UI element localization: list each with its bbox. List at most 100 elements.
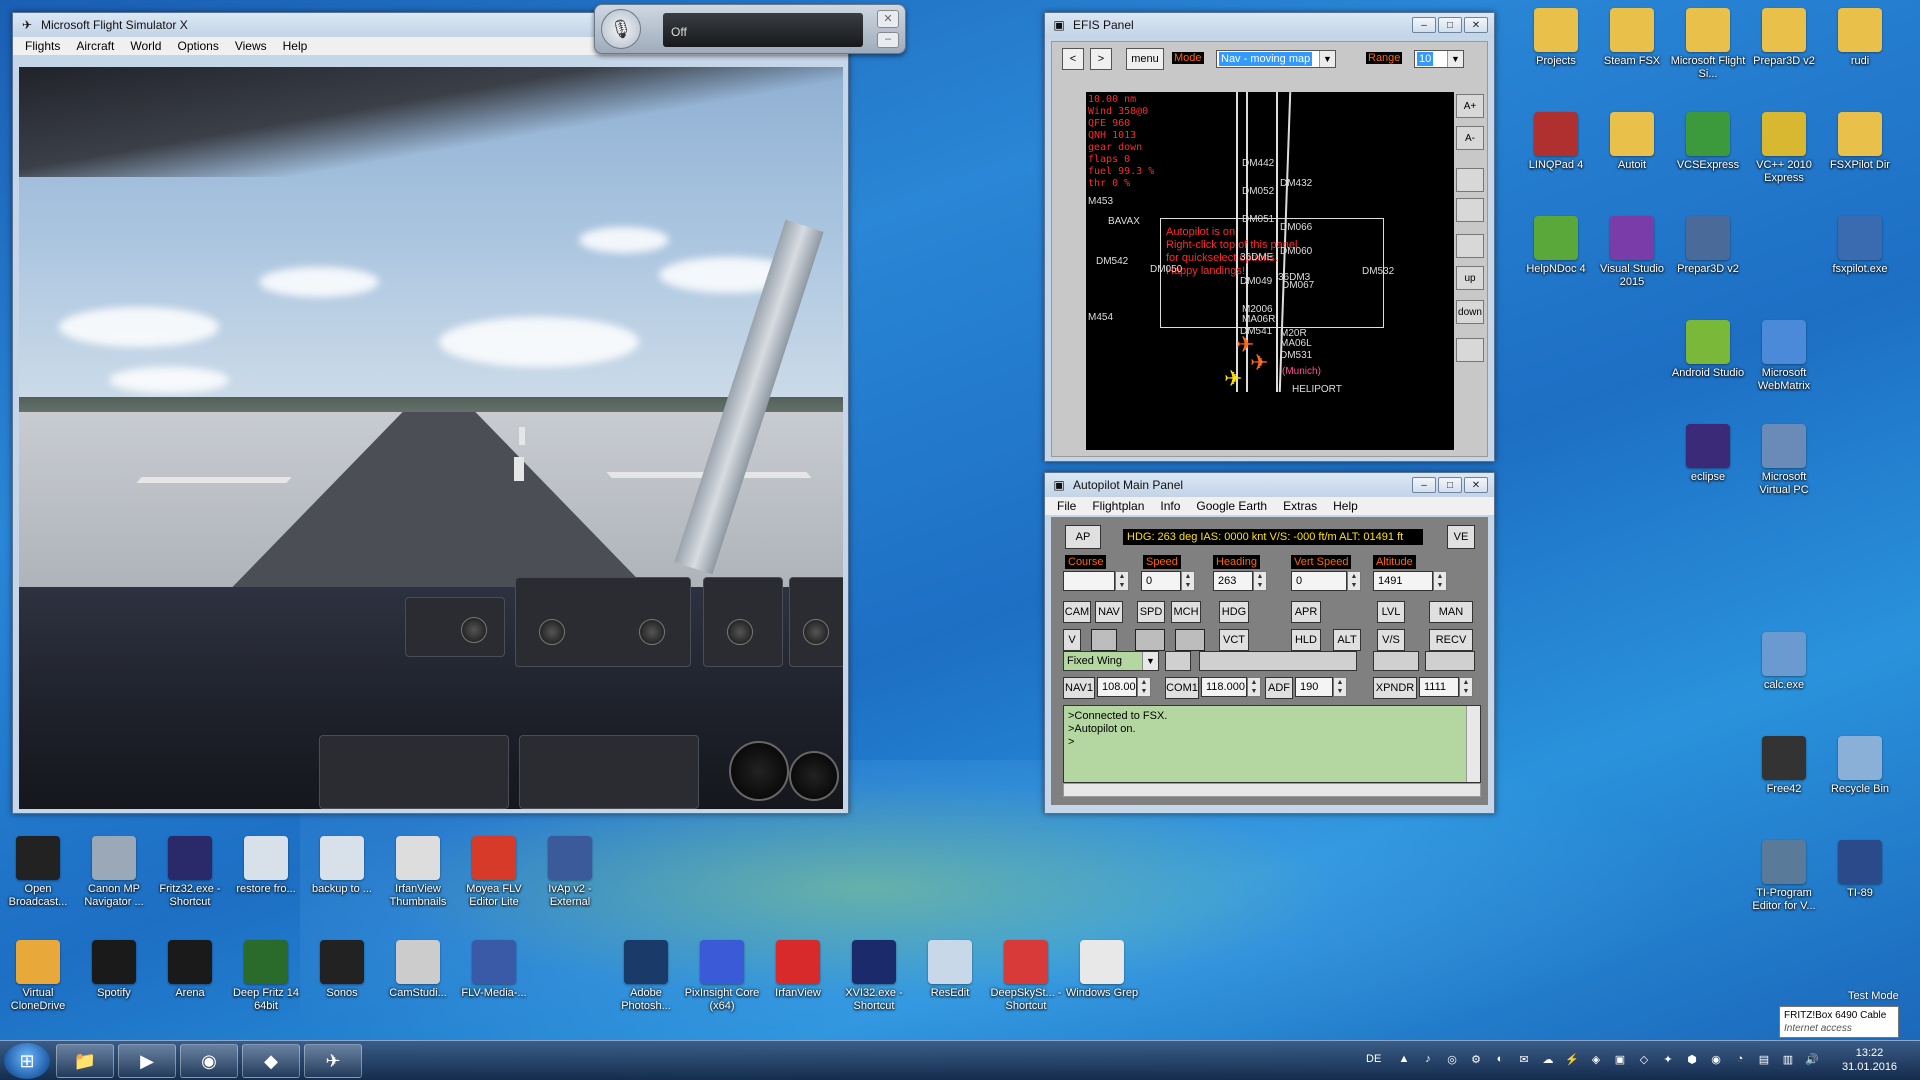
com1-stepper[interactable]: ▲ ▼ [1247,677,1261,697]
speed-stepper[interactable]: ▲ ▼ [1181,571,1195,591]
blank-button[interactable] [1456,234,1484,258]
tray-icon[interactable]: ⚙ [1468,1051,1484,1067]
tray-icon[interactable]: ✉ [1516,1051,1532,1067]
menu-extras[interactable]: Extras [1275,499,1325,513]
desktop-icon[interactable]: Arena [152,940,228,1000]
desktop-icon[interactable]: Prepar3D v2 [1746,8,1822,68]
desktop-icon[interactable]: Adobe Photosh... [608,940,684,1013]
desktop-icon[interactable]: Android Studio [1670,320,1746,380]
nav1-input[interactable]: 108.00 [1097,677,1137,697]
up-button[interactable]: up [1456,266,1484,290]
panel-knob[interactable] [803,619,829,645]
desktop-icon[interactable]: Visual Studio 2015 [1594,216,1670,289]
altitude-stepper[interactable]: ▲ ▼ [1433,571,1447,591]
tray-icon[interactable]: ▤ [1756,1051,1772,1067]
taskbar-chrome[interactable]: ◉ [180,1044,238,1078]
desktop-icon[interactable]: fsxpilot.exe [1822,216,1898,276]
menu-aircraft[interactable]: Aircraft [68,39,122,53]
desktop-icon[interactable]: calc.exe [1746,632,1822,692]
blank-button[interactable] [1175,629,1205,651]
efis-titlebar[interactable]: ▣ EFIS Panel – □ ✕ [1045,13,1494,37]
altitude-input[interactable]: 1491 [1373,571,1433,591]
maximize-button[interactable]: □ [1438,477,1462,493]
tray-icon[interactable]: ⚡ [1564,1051,1580,1067]
desktop-icon[interactable]: Projects [1518,8,1594,68]
desktop-icon[interactable]: Deep Fritz 14 64bit [228,940,304,1013]
message-log[interactable]: >Connected to FSX. >Autopilot on. > [1063,705,1481,783]
desktop-icon[interactable]: TI-89 [1822,840,1898,900]
xpndr-input[interactable]: 1111 [1419,677,1459,697]
clock[interactable]: 13:22 31.01.2016 [1842,1046,1897,1074]
desktop-icon[interactable]: Spotify [76,940,152,1000]
autopilot-titlebar[interactable]: ▣ Autopilot Main Panel – □ ✕ [1045,473,1494,497]
lvl-button[interactable]: LVL [1377,601,1405,623]
desktop-icon[interactable]: Fritz32.exe - Shortcut [152,836,228,909]
blank-field[interactable] [1425,651,1475,671]
desktop-icon[interactable]: Virtual CloneDrive [0,940,76,1013]
desktop-icon[interactable]: Recycle Bin [1822,736,1898,796]
desktop-icon[interactable]: rudi [1822,8,1898,68]
maximize-button[interactable]: □ [1438,17,1462,33]
close-button[interactable]: ✕ [1464,17,1488,33]
desktop-icon[interactable]: Moyea FLV Editor Lite [456,836,532,909]
blank-button[interactable] [1135,629,1165,651]
blank-button[interactable] [1456,168,1484,192]
start-button[interactable]: ⊞ [4,1043,50,1079]
v-button[interactable]: V [1063,629,1081,651]
desktop-icon[interactable]: Autoit [1594,112,1670,172]
desktop-icon[interactable]: HelpNDoc 4 [1518,216,1594,276]
adf-button[interactable]: ADF [1265,677,1293,699]
desktop-icon[interactable]: Microsoft WebMatrix [1746,320,1822,393]
spd-button[interactable]: SPD [1137,601,1165,623]
menu-options[interactable]: Options [169,39,226,53]
alt-button[interactable]: ALT [1333,629,1361,651]
xpndr-stepper[interactable]: ▲ ▼ [1459,677,1473,697]
man-button[interactable]: MAN [1429,601,1473,623]
minimize-icon[interactable]: – [877,32,899,48]
log-scrollbar[interactable] [1466,706,1480,782]
minimize-button[interactable]: – [1412,17,1436,33]
desktop-icon[interactable]: VCSExpress [1670,112,1746,172]
down-button[interactable]: down [1456,300,1484,324]
menu-google-earth[interactable]: Google Earth [1188,499,1275,513]
adf-stepper[interactable]: ▲ ▼ [1333,677,1347,697]
aircraft-type-select[interactable]: Fixed Wing ▼ [1063,651,1159,671]
range-select[interactable]: 10 ▼ [1414,50,1464,68]
ap-button[interactable]: AP [1065,525,1101,549]
close-button[interactable]: ✕ [1464,477,1488,493]
language-indicator[interactable]: DE [1366,1053,1381,1065]
desktop-icon[interactable]: Steam FSX [1594,8,1670,68]
desktop-icon[interactable]: TI-Program Editor for V... [1746,840,1822,913]
panel-knob[interactable] [539,619,565,645]
blank-field[interactable] [1165,651,1191,671]
desktop-icon[interactable]: XVI32.exe - Shortcut [836,940,912,1013]
tray-icon[interactable]: ◔ [1732,1051,1748,1067]
menu-button[interactable]: menu [1126,48,1164,70]
mch-button[interactable]: MCH [1171,601,1201,623]
vct-button[interactable]: VCT [1219,629,1249,651]
desktop-icon[interactable]: restore fro... [228,836,304,896]
mode-select[interactable]: Nav - moving map ▼ [1216,50,1336,68]
panel-knob[interactable] [461,617,487,643]
tray-icon[interactable]: ◎ [1444,1051,1460,1067]
tray-icon[interactable]: ▣ [1612,1051,1628,1067]
volume-icon[interactable]: 🔊 [1804,1051,1820,1067]
menu-help[interactable]: Help [275,39,316,53]
desktop-icon[interactable]: DeepSkySt... - Shortcut [988,940,1064,1013]
desktop-icon[interactable]: IrfanView Thumbnails [380,836,456,909]
tray-icon[interactable]: ▲ [1396,1051,1412,1067]
menu-world[interactable]: World [122,39,169,53]
menu-flightplan[interactable]: Flightplan [1084,499,1152,513]
blank-button[interactable] [1456,338,1484,362]
hld-button[interactable]: HLD [1291,629,1321,651]
course-input[interactable] [1063,571,1115,591]
blank-button[interactable] [1091,629,1117,651]
desktop-icon[interactable]: LINQPad 4 [1518,112,1594,172]
zoom-out-button[interactable]: A- [1456,126,1484,150]
taskbar-media-player[interactable]: ▶ [118,1044,176,1078]
menu-views[interactable]: Views [227,39,275,53]
desktop-icon[interactable]: PixInsight Core (x64) [684,940,760,1013]
desktop-icon[interactable]: IrfanView [760,940,836,1000]
desktop-icon[interactable]: Free42 [1746,736,1822,796]
microphone-icon[interactable]: 🎙 [601,9,641,49]
